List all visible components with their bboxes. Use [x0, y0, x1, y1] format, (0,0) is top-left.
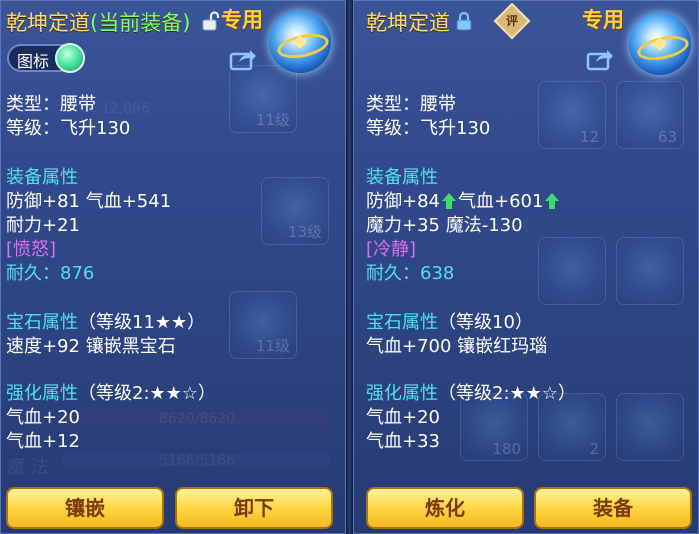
gem-attributes-header: 宝石属性 [366, 312, 438, 333]
bg-slot-level: 2 [589, 440, 599, 458]
gem-level: （等级11★★） [78, 312, 206, 333]
special-effect: [冷静] [366, 239, 417, 260]
lock-icon[interactable] [454, 11, 474, 31]
current-equipped-tag: (当前装备) [90, 11, 191, 35]
enhance-line: 气血+20 [366, 407, 440, 428]
equip-button[interactable]: 装备 [534, 487, 692, 529]
share-icon[interactable] [229, 47, 257, 71]
unequip-button[interactable]: 卸下 [175, 487, 333, 529]
enhance-attributes-row: 强化属性（等级2:★★☆） [366, 382, 576, 406]
refine-button[interactable]: 炼化 [366, 487, 524, 529]
bg-number: 12,896 [101, 101, 150, 117]
hp-value: 气血+601 [458, 191, 544, 212]
bg-hp-text: 8620/8620 [159, 411, 235, 427]
bg-mp-label: 魔 法 [7, 457, 49, 478]
bg-item-slot: 11级 [229, 65, 297, 133]
enhance-line: 气血+12 [6, 431, 80, 452]
equip-attributes-header: 装备属性 [366, 167, 438, 188]
belt-item-icon [269, 11, 331, 73]
belt-item-icon [629, 13, 691, 75]
review-badge-text: 评 [505, 14, 518, 28]
icon-toggle[interactable]: 图标 [7, 43, 85, 73]
attribute-line: 魔力+35 魔法-130 [366, 215, 523, 236]
compare-equipment-panel: 12 63 180 2 乾坤定道 评 专用 类型：腰带 等级：飞升130 装备属… [353, 0, 699, 534]
item-type: 类型：腰带 [366, 94, 456, 115]
enhance-attributes-header: 强化属性 [366, 383, 438, 404]
bg-mp-text: 5166/5166 [159, 453, 235, 469]
bg-item-slot [616, 237, 684, 305]
unlock-icon[interactable] [200, 11, 220, 31]
gem-attributes-row: 宝石属性（等级11★★） [6, 311, 205, 335]
bg-item-slot: 12 [538, 81, 606, 149]
bg-slot-level: 11级 [255, 337, 290, 355]
bg-slot-level: 180 [492, 440, 521, 458]
gem-attributes-header: 宝石属性 [6, 312, 78, 333]
current-equipment-panel: 11级 13级 11级 8620/8620 5166/5166 魔 法 12,8… [0, 0, 346, 534]
bg-slot-level: 11级 [255, 111, 290, 129]
item-title: 乾坤定道 [366, 11, 450, 35]
item-level: 等级：飞升130 [366, 118, 491, 139]
panel-divider [346, 0, 353, 534]
attribute-line: 耐力+21 [6, 215, 80, 236]
share-icon[interactable] [586, 47, 614, 71]
bg-slot-level: 13级 [287, 223, 322, 241]
item-level: 等级：飞升130 [6, 118, 131, 139]
toggle-knob [55, 43, 85, 73]
defense-value: 防御+84 [366, 191, 440, 212]
gem-line: 速度+92 镶嵌黑宝石 [6, 336, 176, 357]
special-effect: [愤怒] [6, 239, 57, 260]
enhance-line: 气血+33 [366, 431, 440, 452]
bg-slot-level: 12 [579, 128, 599, 146]
special-use-badge: 专用 [582, 8, 624, 32]
gem-attributes-row: 宝石属性（等级10） [366, 311, 533, 335]
equip-attributes-header: 装备属性 [6, 167, 78, 188]
bg-slot-level: 63 [657, 128, 677, 146]
enhance-line: 气血+20 [6, 407, 80, 428]
item-name: 乾坤定道 [6, 11, 90, 35]
bg-item-slot: 13级 [261, 177, 329, 245]
bg-item-slot: 11级 [229, 291, 297, 359]
durability: 耐久：876 [6, 263, 95, 284]
icon-toggle-label: 图标 [17, 52, 50, 71]
bg-item-slot [616, 393, 684, 461]
bg-item-slot [538, 237, 606, 305]
item-title: 乾坤定道(当前装备) [6, 7, 190, 37]
attribute-line: 防御+84 气血+601 [366, 190, 561, 214]
bg-item-slot: 63 [616, 81, 684, 149]
increase-arrow-icon [545, 193, 560, 209]
item-type: 类型：腰带 [6, 94, 96, 115]
enhance-attributes-row: 强化属性（等级2:★★☆） [6, 382, 216, 406]
enhance-level: （等级2:★★☆） [438, 383, 576, 404]
attribute-line: 防御+81 气血+541 [6, 191, 172, 212]
gem-level: （等级10） [438, 312, 533, 333]
durability: 耐久：638 [366, 263, 455, 284]
enhance-attributes-header: 强化属性 [6, 383, 78, 404]
enhance-level: （等级2:★★☆） [78, 383, 216, 404]
inlay-button[interactable]: 镶嵌 [6, 487, 164, 529]
increase-arrow-icon [442, 193, 456, 209]
special-use-badge: 专用 [221, 8, 263, 32]
gem-line: 气血+700 镶嵌红玛瑙 [366, 336, 548, 357]
